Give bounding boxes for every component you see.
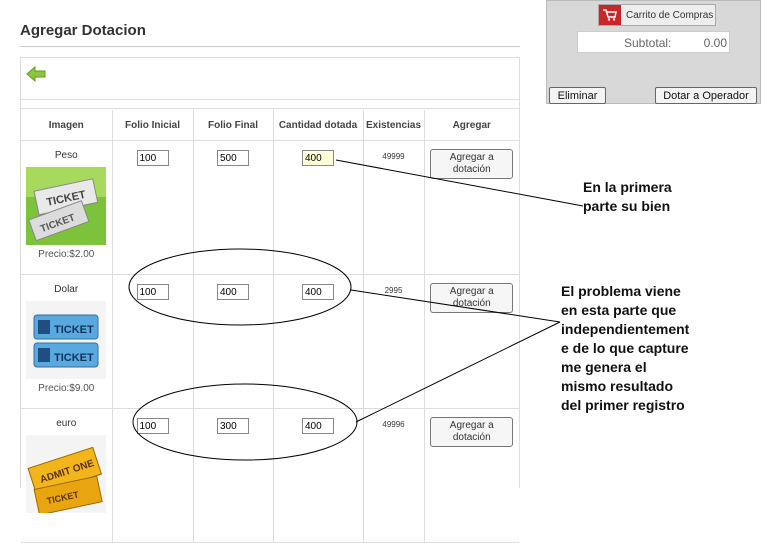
existencias-value: 2995 bbox=[384, 286, 403, 295]
product-cell: euro ADMIT ONE TICKET bbox=[21, 408, 113, 543]
ticket-image: TICKET TICKET bbox=[26, 167, 107, 245]
existencias-value: 49999 bbox=[382, 152, 405, 161]
folio-final-input[interactable] bbox=[217, 284, 249, 300]
product-price: Precio:$2.00 bbox=[38, 249, 95, 260]
folio-inicial-cell bbox=[112, 140, 194, 275]
subtotal-field: Subtotal: 0.00 bbox=[577, 31, 730, 53]
subtotal-label: Subtotal: bbox=[624, 36, 672, 50]
column-header-imagen: Imagen bbox=[21, 110, 113, 141]
table-row: Peso TICKET TICKET Precio:$2.00 100 500 … bbox=[21, 140, 519, 275]
annotation-note-1: En la primera parte su bien bbox=[583, 178, 672, 216]
folio-final-input[interactable] bbox=[217, 150, 249, 166]
table-row: Dolar TICKET TICKET Precio:$9.00 2995 Ag… bbox=[21, 274, 519, 409]
annotation-line-text: El problema viene bbox=[561, 283, 681, 299]
table-header-row: Imagen Folio Inicial Folio Final Cantida… bbox=[21, 110, 519, 141]
svg-text:TICKET: TICKET bbox=[54, 324, 94, 336]
toolbar-divider bbox=[21, 99, 519, 100]
cart-button[interactable]: Carrito de Compras bbox=[598, 4, 716, 26]
agregar-dotacion-button[interactable]: Agregar a dotación bbox=[430, 149, 514, 179]
product-name: Dolar bbox=[54, 284, 79, 295]
agregar-dotacion-button[interactable]: Agregar a dotación bbox=[430, 283, 514, 313]
product-price: Precio:$9.00 bbox=[38, 383, 95, 394]
folio-inicial-cell bbox=[112, 408, 194, 543]
agregar-dotacion-button[interactable]: Agregar a dotación bbox=[430, 417, 514, 447]
folio-final-input[interactable] bbox=[217, 418, 249, 434]
existencias-cell: 49996 bbox=[363, 408, 425, 543]
annotation-line-text: del primer registro bbox=[561, 397, 685, 413]
agregar-cell: Agregar a dotación bbox=[424, 274, 519, 409]
agregar-cell: Agregar a dotación bbox=[424, 140, 519, 275]
annotation-line-text: En la primera bbox=[583, 179, 672, 195]
folio-inicial-input[interactable] bbox=[136, 150, 169, 166]
ticket-image: ADMIT ONE TICKET bbox=[26, 435, 107, 513]
dotacion-table: Imagen Folio Inicial Folio Final Cantida… bbox=[21, 110, 519, 543]
product-name: Peso bbox=[54, 150, 78, 161]
title-divider bbox=[20, 46, 520, 47]
ticket-image: TICKET TICKET bbox=[26, 301, 107, 379]
column-header-existencias: Existencias bbox=[363, 110, 425, 141]
product-cell: Dolar TICKET TICKET Precio:$9.00 bbox=[21, 274, 113, 409]
annotation-line-text: en esta parte que bbox=[561, 302, 677, 318]
product-cell: Peso TICKET TICKET Precio:$2.00 bbox=[21, 140, 113, 275]
cantidad-cell bbox=[273, 408, 364, 543]
eliminar-button[interactable]: Eliminar bbox=[549, 87, 606, 104]
folio-final-cell bbox=[193, 140, 274, 275]
page-title: Agregar Dotacion bbox=[20, 22, 146, 39]
table-row: euro ADMIT ONE TICKET 49996 Agregar a bbox=[21, 408, 519, 543]
folio-inicial-input[interactable] bbox=[136, 284, 169, 300]
cantidad-cell bbox=[273, 274, 364, 409]
svg-text:TICKET: TICKET bbox=[54, 352, 94, 364]
annotation-line-text: mismo resultado bbox=[561, 378, 674, 394]
back-arrow-icon[interactable] bbox=[26, 65, 46, 87]
product-name: euro bbox=[56, 418, 77, 429]
existencias-value: 49996 bbox=[382, 420, 405, 429]
cantidad-dotada-input[interactable] bbox=[302, 418, 334, 434]
toolbar-divider bbox=[21, 108, 519, 109]
folio-inicial-cell bbox=[112, 274, 194, 409]
cart-button-label: Carrito de Compras bbox=[626, 9, 714, 21]
annotation-line-text: independientement bbox=[561, 321, 690, 337]
column-header-folio-inicial: Folio Inicial bbox=[112, 110, 194, 141]
column-header-agregar: Agregar bbox=[424, 110, 519, 141]
cantidad-cell bbox=[273, 140, 364, 275]
subtotal-value: 0.00 bbox=[703, 36, 727, 50]
annotation-line-text: e de lo que capture bbox=[561, 340, 689, 356]
dotar-operador-button[interactable]: Dotar a Operador bbox=[655, 87, 757, 104]
cart-icon bbox=[599, 5, 621, 25]
existencias-cell: 49999 bbox=[363, 140, 425, 275]
cantidad-dotada-input[interactable] bbox=[302, 150, 334, 166]
cantidad-dotada-input[interactable] bbox=[302, 284, 334, 300]
agregar-cell: Agregar a dotación bbox=[424, 408, 519, 543]
annotation-line-text: parte su bien bbox=[583, 198, 671, 214]
existencias-cell: 2995 bbox=[363, 274, 425, 409]
annotation-line-text: me genera el bbox=[561, 359, 647, 375]
column-header-cantidad-dotada: Cantidad dotada bbox=[273, 110, 364, 141]
folio-final-cell bbox=[193, 274, 274, 409]
annotation-note-2: El problema viene en esta parte que inde… bbox=[561, 282, 689, 415]
folio-inicial-input[interactable] bbox=[136, 418, 169, 434]
folio-final-cell bbox=[193, 408, 274, 543]
column-header-folio-final: Folio Final bbox=[193, 110, 274, 141]
